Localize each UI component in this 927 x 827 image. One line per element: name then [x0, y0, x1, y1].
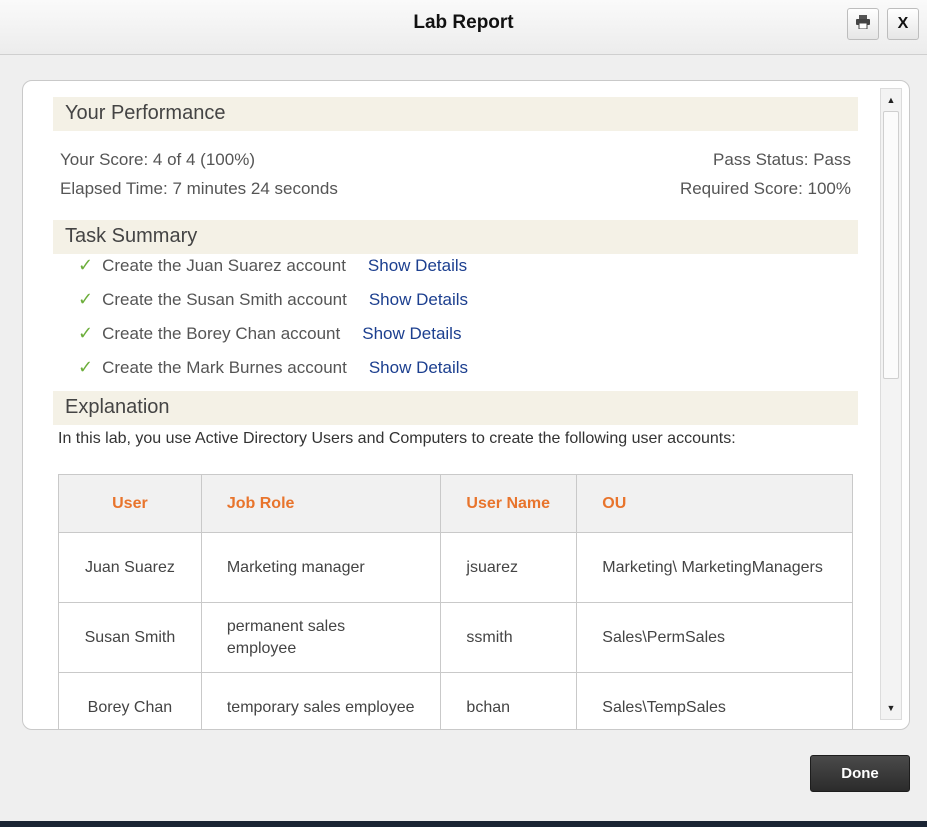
- task-item: ✓ Create the Borey Chan account Show Detai…: [78, 323, 461, 349]
- cell-user: Borey Chan: [58, 672, 202, 729]
- cell-job-role: Marketing manager: [200, 532, 442, 603]
- scroll-down-icon[interactable]: ▼: [881, 699, 901, 717]
- task-label: Create the Mark Burnes account: [102, 358, 347, 377]
- show-details-link[interactable]: Show Details: [368, 256, 467, 275]
- cell-ou: Sales\PermSales: [576, 602, 853, 673]
- checkmark-icon: ✓: [78, 255, 94, 275]
- task-label: Create the Susan Smith account: [102, 290, 347, 309]
- cell-job-role: temporary sales employee: [200, 672, 442, 729]
- title-bar: Lab Report X: [0, 0, 927, 55]
- printer-icon: [855, 14, 871, 34]
- task-summary-heading: Task Summary: [53, 220, 858, 254]
- cell-ou: Marketing\ MarketingManagers: [576, 532, 853, 603]
- cell-job-role: permanent sales employee: [200, 602, 442, 673]
- elapsed-time: Elapsed Time: 7 minutes 24 seconds: [60, 179, 338, 198]
- print-button[interactable]: [847, 8, 879, 40]
- table-row: Borey Chan temporary sales employee bcha…: [58, 672, 853, 729]
- show-details-link[interactable]: Show Details: [362, 324, 461, 343]
- performance-heading: Your Performance: [53, 97, 858, 131]
- column-header-user-name: User Name: [440, 474, 578, 533]
- vertical-scrollbar[interactable]: ▲ ▼: [880, 88, 902, 720]
- explanation-heading: Explanation: [53, 391, 858, 425]
- task-item: ✓ Create the Mark Burnes account Show Deta…: [78, 357, 468, 383]
- table-row: Juan Suarez Marketing manager jsuarez Ma…: [58, 532, 853, 603]
- column-header-user: User: [58, 474, 202, 533]
- report-content: Your Performance Your Score: 4 of 4 (100…: [23, 81, 879, 729]
- cell-user: Juan Suarez: [58, 532, 202, 603]
- column-header-job-role: Job Role: [200, 474, 442, 533]
- required-score: Required Score: 100%: [679, 179, 851, 198]
- task-label: Create the Borey Chan account: [102, 324, 341, 343]
- table-header-row: User Job Role User Name OU: [58, 474, 853, 533]
- cell-ou: Sales\TempSales: [576, 672, 853, 729]
- cell-user-name: ssmith: [440, 602, 578, 673]
- pass-status: Pass Status: Pass: [713, 150, 851, 169]
- report-panel: Your Performance Your Score: 4 of 4 (100…: [22, 80, 910, 730]
- window-title: Lab Report: [413, 12, 514, 33]
- taskbar-strip: [0, 821, 927, 827]
- cell-user-name: bchan: [440, 672, 578, 729]
- user-accounts-table: User Job Role User Name OU Juan Suarez M…: [58, 474, 853, 729]
- task-label: Create the Juan Suarez account: [102, 256, 346, 275]
- show-details-link[interactable]: Show Details: [369, 358, 468, 377]
- show-details-link[interactable]: Show Details: [369, 290, 468, 309]
- task-item: ✓ Create the Susan Smith account Show Deta…: [78, 289, 468, 315]
- checkmark-icon: ✓: [78, 289, 94, 309]
- cell-user: Susan Smith: [58, 602, 202, 673]
- checkmark-icon: ✓: [78, 357, 94, 377]
- scroll-up-icon[interactable]: ▲: [881, 91, 901, 109]
- table-row: Susan Smith permanent sales employee ssm…: [58, 602, 853, 673]
- your-score: Your Score: 4 of 4 (100%): [60, 150, 255, 169]
- scrollbar-thumb[interactable]: [883, 111, 899, 379]
- explanation-text: In this lab, you use Active Directory Us…: [58, 430, 736, 447]
- close-button[interactable]: X: [887, 8, 919, 40]
- column-header-ou: OU: [576, 474, 853, 533]
- cell-user-name: jsuarez: [440, 532, 578, 603]
- task-item: ✓ Create the Juan Suarez account Show Deta…: [78, 255, 467, 281]
- checkmark-icon: ✓: [78, 323, 94, 343]
- done-button[interactable]: Done: [810, 755, 910, 792]
